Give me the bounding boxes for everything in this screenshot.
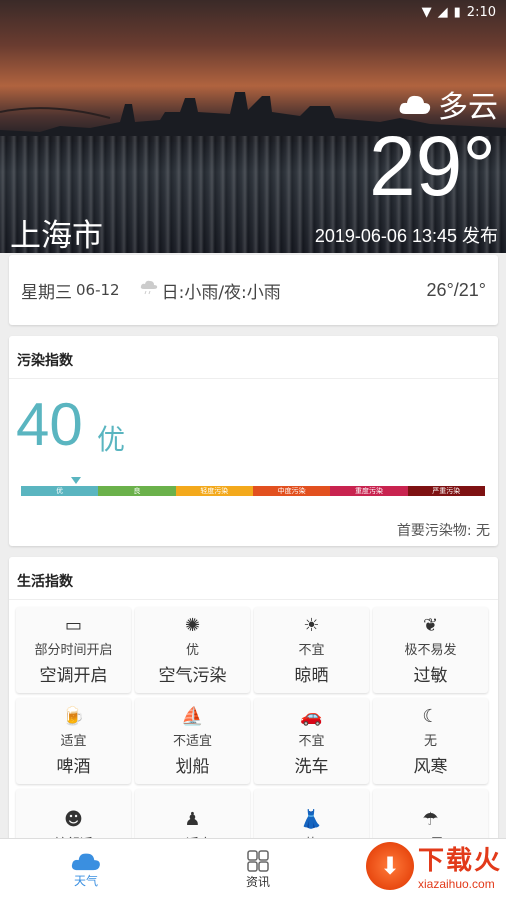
life-index-sub: 优: [185, 642, 199, 658]
wind-chill-icon: ☾: [422, 705, 439, 727]
status-bar: ▼ ◢ ▮ 2:10: [0, 0, 506, 24]
wifi-icon: ▼: [421, 4, 432, 20]
car-wash-icon: 🚗: [300, 705, 323, 727]
life-index-name: 空调开启: [39, 665, 108, 686]
umbrella-icon: ☂: [422, 809, 439, 830]
aqi-marker-icon: [71, 477, 81, 484]
primary-pollutant: 首要污染物: 无: [396, 523, 490, 539]
aqi-scale-segment: 轻度污染: [175, 486, 253, 496]
watermark-url: xiazaihuo.com: [417, 877, 495, 891]
weather-hero: ▼ ◢ ▮ 2:10 多云 29° 上海市 2019-06-06 13:45 发…: [0, 0, 506, 253]
boat-icon: ⛵: [181, 705, 204, 727]
cloud-icon: [399, 95, 431, 114]
grid-icon: [247, 850, 269, 872]
aqi-scale-bar: 优良轻度污染 中度污染 重度污染 严重污染: [21, 486, 485, 496]
pollution-title: 污染指数: [9, 336, 498, 379]
nav-weather-label: 天气: [73, 874, 98, 888]
life-index-card: 生活指数 ▭ 部分时间开启 空调开启 ✺ 优空气污染 ☀ 不宜 晾晒 ❦ 极不易发 过敏 🍺 适宜 啤酒 ⛵…: [9, 557, 498, 847]
life-index-sub: 不宜: [298, 642, 325, 658]
aqi-scale-segment: 中度污染: [252, 486, 331, 496]
life-index-tile[interactable]: 🍺 适宜啤酒: [16, 698, 131, 784]
aqi-scale-segment: 重度污染: [330, 486, 408, 496]
life-index-tile[interactable]: 🚗 不宜洗车: [254, 698, 369, 784]
signal-icon: ◢: [437, 4, 448, 20]
nav-weather[interactable]: 天气: [0, 839, 172, 900]
aqi-scale-segment: 严重污染: [407, 486, 485, 496]
life-index-grid: ▭ 部分时间开启 空调开启 ✺ 优空气污染 ☀ 不宜 晾晒 ❦ 极不易发 过敏 🍺 适宜 啤酒 ⛵ 不适宜 划船…: [16, 607, 491, 847]
life-index-sub: 适宜: [60, 733, 87, 749]
allergy-icon: ❦: [422, 614, 439, 636]
forecast-description: 日:小雨/夜:小雨: [161, 282, 281, 303]
forecast-card[interactable]: 星期三 06-12 日:小雨/夜:小雨 26°/21°: [9, 255, 498, 325]
life-index-name: 风寒: [413, 756, 448, 777]
life-index-sub: 极不易发: [404, 642, 457, 658]
life-index-tile[interactable]: ✺ 优空气污染: [135, 607, 250, 693]
nav-news-label: 资讯: [245, 875, 270, 889]
watermark-logo: ⬇ 下载火 xiazaihuo.com: [365, 840, 502, 891]
comfort-icon: ☻: [64, 809, 83, 830]
life-index-name: 空气污染: [158, 665, 227, 686]
life-index-sub: 无: [423, 733, 437, 749]
status-time: 2:10: [466, 4, 496, 20]
air-conditioner-icon: ▭: [64, 614, 82, 636]
life-index-tile[interactable]: ▭ 部分时间开启空调开启: [16, 607, 131, 693]
forecast-weekday: 星期三: [21, 282, 72, 303]
pollution-icon: ✺: [184, 614, 201, 636]
fire-logo-icon: ⬇: [365, 841, 414, 890]
life-index-sub: 不适宜: [172, 733, 212, 749]
life-index-sub: 不宜: [298, 733, 325, 749]
life-index-name: 划船: [175, 756, 210, 777]
life-index-name: 啤酒: [56, 756, 91, 777]
forecast-date: 06-12: [76, 281, 120, 299]
rain-cloud-icon: [140, 280, 158, 301]
forecast-temp-range: 26°/21°: [426, 279, 486, 300]
life-index-tile[interactable]: ⛵ 不适宜划船: [135, 698, 250, 784]
battery-icon: ▮: [453, 4, 461, 20]
aqi-scale-segment: 良: [98, 486, 176, 496]
life-index-title: 生活指数: [9, 557, 498, 600]
watermark-title: 下载火: [417, 846, 502, 876]
pollution-card: 污染指数 40 优 优良轻度污染 中度污染 重度污染 严重污染 首要污染物: 无: [9, 336, 498, 546]
life-index-name: 过敏: [413, 665, 448, 686]
aqi-value: 40: [16, 391, 83, 458]
aqi-scale-segment: 优: [21, 486, 99, 496]
city-name[interactable]: 上海市: [10, 210, 103, 253]
life-index-tile[interactable]: ❦ 极不易发过敏: [373, 607, 488, 693]
beer-icon: 🍺: [62, 705, 85, 727]
life-index-name: 晾晒: [294, 665, 329, 686]
life-index-tile[interactable]: ☾ 无风寒: [373, 698, 488, 784]
current-temperature: 29°: [368, 119, 496, 213]
sun-icon: ☀: [303, 614, 320, 636]
aqi-level: 优: [97, 423, 126, 456]
weather-cloud-icon: [71, 853, 100, 871]
life-index-tile[interactable]: ☀ 不宜晾晒: [254, 607, 369, 693]
publish-time: 2019-06-06 13:45 发布: [314, 226, 498, 246]
life-index-name: 洗车: [294, 756, 329, 777]
dating-icon: ♟: [184, 809, 201, 830]
nav-news[interactable]: 资讯: [172, 839, 344, 900]
life-index-sub: 部分时间开启: [34, 642, 113, 658]
dress-icon: 👗: [300, 809, 323, 830]
